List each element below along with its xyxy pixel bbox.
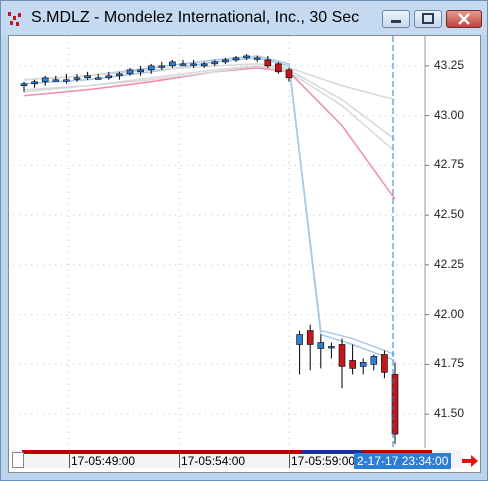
candle-up (317, 342, 325, 349)
moving-average-line (23, 67, 396, 200)
candle-up (31, 81, 38, 85)
candle-up (200, 63, 208, 67)
maximize-icon (422, 13, 434, 24)
time-label: 17-05:54:00 (181, 454, 246, 468)
candle-up (359, 362, 367, 367)
candle-up (243, 55, 250, 59)
cursor-time-label: 2-17-17 23:34:00 (354, 453, 452, 469)
candle-up (41, 77, 49, 83)
candle-up (169, 61, 176, 67)
time-label: 17-05:59:00 (291, 454, 356, 468)
close-icon (458, 13, 470, 25)
candle-up (137, 69, 144, 73)
minimize-button[interactable] (382, 10, 410, 28)
candle-up (20, 83, 28, 87)
candle-up (211, 61, 219, 65)
scroll-right-arrow-icon[interactable] (461, 454, 479, 468)
time-tick (69, 454, 70, 468)
price-chart[interactable] (9, 36, 480, 448)
title-bar[interactable]: S.MDLZ - Mondelez International, Inc., 3… (1, 1, 487, 35)
candle-up (158, 65, 166, 68)
candle-up (190, 63, 197, 66)
time-label: 17-05:49:00 (71, 454, 136, 468)
candle-up (296, 334, 303, 345)
candle-up (84, 75, 91, 79)
price-tick-label: 41.75 (434, 356, 465, 371)
candle-up (94, 77, 102, 80)
maximize-button[interactable] (414, 10, 442, 28)
price-tick-label: 42.50 (434, 207, 465, 222)
time-tick (289, 454, 290, 468)
close-button[interactable] (446, 10, 482, 28)
chart-area[interactable]: 43.25 43.00 42.75 42.50 42.25 42.00 41.75 41.50… (8, 35, 481, 473)
candle-down (275, 63, 282, 73)
candle-up (147, 65, 155, 71)
moving-average-line (23, 55, 396, 356)
candle-up (116, 73, 123, 77)
candle-up (179, 63, 187, 66)
candle-up (52, 79, 60, 82)
price-tick-label: 41.50 (434, 406, 465, 421)
price-tick-label: 42.75 (434, 157, 465, 172)
candle-up (73, 77, 81, 80)
time-tick (179, 454, 180, 468)
minimize-icon (391, 20, 401, 23)
candle-down (285, 69, 293, 79)
candle-down (264, 59, 272, 67)
price-tick-label: 42.25 (434, 256, 465, 271)
scrollbar-thumb[interactable] (12, 452, 24, 468)
candle-up (328, 346, 335, 349)
candle-up (222, 59, 229, 63)
candle-up (370, 356, 378, 365)
price-tick-label: 42.00 (434, 306, 465, 321)
candle-down (381, 354, 388, 373)
candle-up (105, 75, 113, 79)
candle-up (253, 57, 261, 60)
candle-up (63, 79, 70, 82)
candle-down (338, 344, 346, 367)
price-tick-label: 43.00 (434, 107, 465, 122)
chart-window: S.MDLZ - Mondelez International, Inc., 3… (0, 0, 488, 481)
candle-up (232, 57, 240, 61)
candle-down (306, 330, 314, 345)
window-title: S.MDLZ - Mondelez International, Inc., 3… (31, 9, 360, 26)
candle-down (349, 360, 356, 369)
price-tick-label: 43.25 (434, 57, 465, 72)
candle-up (126, 69, 134, 75)
chart-app-icon (8, 12, 21, 26)
moving-average-line (23, 63, 396, 101)
